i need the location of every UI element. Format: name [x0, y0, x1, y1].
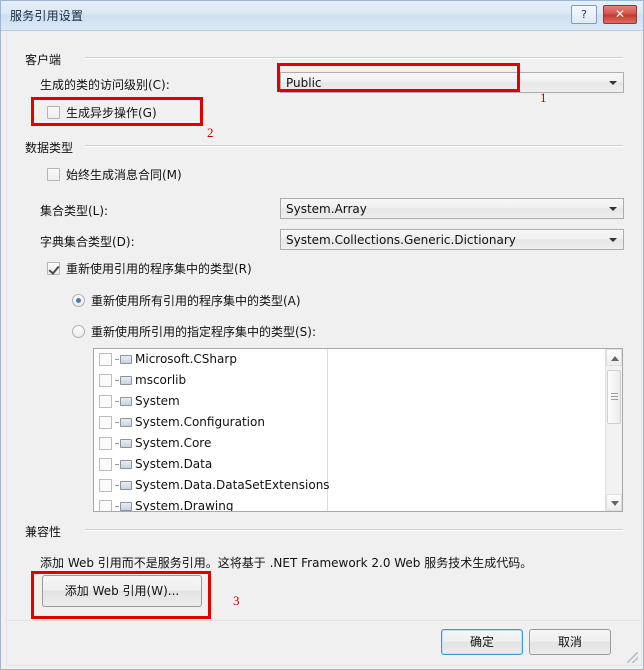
- footer-bar: 确定 取消: [7, 620, 641, 665]
- group-title-compatibility: 兼容性: [25, 525, 62, 539]
- annotation-number-1: 1: [540, 90, 547, 105]
- assembly-icon: [120, 481, 132, 490]
- window-title: 服务引用设置: [10, 9, 84, 23]
- assemblies-listbox[interactable]: Microsoft.CSharp mscorlib System System.Con…: [93, 348, 623, 512]
- close-icon[interactable]: ✕: [603, 5, 637, 24]
- access-level-combobox[interactable]: Public: [280, 72, 624, 93]
- resize-grip-icon[interactable]: [627, 652, 638, 663]
- dictionary-type-label: 字典集合类型(D):: [40, 235, 135, 249]
- assembly-icon: [120, 502, 132, 511]
- assembly-list-item[interactable]: System.Core: [94, 433, 605, 454]
- assembly-list-item[interactable]: System.Data: [94, 454, 605, 475]
- assembly-list-item[interactable]: System.Drawing: [94, 496, 605, 511]
- group-divider-compatibility: [85, 529, 623, 531]
- reuse-specified-radio[interactable]: [72, 325, 85, 338]
- reuse-all-radio[interactable]: [72, 294, 85, 307]
- assembly-list-item[interactable]: System.Data.DataSetExtensions: [94, 475, 605, 496]
- assembly-checkbox[interactable]: [99, 416, 112, 429]
- assemblies-scrollbar[interactable]: [605, 349, 622, 511]
- assembly-name: System.Data: [135, 457, 213, 471]
- scrollbar-thumb[interactable]: [607, 370, 621, 424]
- scroll-up-icon[interactable]: [606, 349, 622, 366]
- assembly-icon: [120, 397, 132, 406]
- collection-type-combobox[interactable]: System.Array: [280, 198, 624, 219]
- expand-marker-icon[interactable]: [115, 380, 119, 381]
- expand-marker-icon[interactable]: [115, 443, 119, 444]
- chevron-down-icon: [609, 207, 617, 211]
- annotation-number-3: 3: [233, 593, 240, 608]
- expand-marker-icon[interactable]: [115, 359, 119, 360]
- assembly-name: System.Core: [135, 436, 212, 450]
- assembly-name: Microsoft.CSharp: [135, 352, 237, 366]
- assembly-icon: [120, 376, 132, 385]
- title-bar: 服务引用设置 ? ✕: [1, 1, 643, 31]
- generate-async-label: 生成异步操作(G): [66, 106, 157, 120]
- compatibility-description: 添加 Web 引用而不是服务引用。这将基于 .NET Framework 2.0…: [40, 556, 533, 570]
- expand-marker-icon[interactable]: [115, 401, 119, 402]
- expand-marker-icon[interactable]: [115, 485, 119, 486]
- assembly-checkbox[interactable]: [99, 458, 112, 471]
- annotation-number-2: 2: [207, 125, 214, 140]
- assembly-checkbox[interactable]: [99, 500, 112, 511]
- assembly-list-item[interactable]: Microsoft.CSharp: [94, 349, 605, 370]
- always-message-contracts-label: 始终生成消息合同(M): [66, 168, 182, 182]
- access-level-label: 生成的类的访问级别(C):: [40, 78, 170, 92]
- expand-marker-icon[interactable]: [115, 422, 119, 423]
- dialog-body: 客户端 生成的类的访问级别(C): Public 生成异步操作(G) 数据类型 …: [6, 33, 642, 666]
- reuse-all-label: 重新使用所有引用的程序集中的类型(A): [91, 294, 301, 308]
- always-message-contracts-checkbox[interactable]: [47, 168, 60, 181]
- expand-marker-icon[interactable]: [115, 464, 119, 465]
- scroll-down-icon[interactable]: [606, 494, 622, 511]
- assembly-name: System: [135, 394, 180, 408]
- assembly-name: System.Drawing: [135, 499, 234, 511]
- group-divider-data-types: [85, 145, 623, 147]
- assembly-list-item[interactable]: System.Configuration: [94, 412, 605, 433]
- cancel-button[interactable]: 取消: [529, 629, 611, 655]
- reuse-types-label: 重新使用引用的程序集中的类型(R): [66, 262, 252, 276]
- assembly-checkbox[interactable]: [99, 395, 112, 408]
- assembly-checkbox[interactable]: [99, 479, 112, 492]
- assembly-list-item[interactable]: System: [94, 391, 605, 412]
- assembly-name: System.Configuration: [135, 415, 265, 429]
- assembly-name: System.Data.DataSetExtensions: [135, 478, 330, 492]
- assembly-icon: [120, 439, 132, 448]
- collection-type-value: System.Array: [286, 202, 367, 216]
- expand-marker-icon[interactable]: [115, 506, 119, 507]
- assembly-name: mscorlib: [135, 373, 187, 387]
- add-web-reference-button[interactable]: 添加 Web 引用(W)...: [42, 575, 202, 607]
- ok-button[interactable]: 确定: [441, 629, 523, 655]
- generate-async-checkbox[interactable]: [47, 106, 60, 119]
- assembly-checkbox[interactable]: [99, 437, 112, 450]
- chevron-down-icon: [609, 238, 617, 242]
- assembly-checkbox[interactable]: [99, 374, 112, 387]
- assembly-icon: [120, 355, 132, 364]
- assembly-icon: [120, 460, 132, 469]
- help-icon[interactable]: ?: [571, 5, 597, 24]
- group-title-data-types: 数据类型: [25, 141, 74, 155]
- collection-type-label: 集合类型(L):: [40, 204, 109, 218]
- service-reference-settings-dialog: 服务引用设置 ? ✕ 客户端 生成的类的访问级别(C): Public 生成异步…: [0, 0, 644, 670]
- access-level-value: Public: [286, 76, 322, 90]
- assembly-checkbox[interactable]: [99, 353, 112, 366]
- assemblies-list-inner: Microsoft.CSharp mscorlib System System.Con…: [94, 349, 605, 511]
- reuse-specified-label: 重新使用所引用的指定程序集中的类型(S):: [91, 325, 317, 339]
- group-divider-client: [85, 57, 623, 59]
- dictionary-type-combobox[interactable]: System.Collections.Generic.Dictionary: [280, 229, 624, 250]
- chevron-down-icon: [609, 81, 617, 85]
- dictionary-type-value: System.Collections.Generic.Dictionary: [286, 233, 516, 247]
- group-title-client: 客户端: [25, 53, 62, 67]
- reuse-types-checkbox[interactable]: [47, 262, 60, 275]
- assembly-list-item[interactable]: mscorlib: [94, 370, 605, 391]
- assembly-icon: [120, 418, 132, 427]
